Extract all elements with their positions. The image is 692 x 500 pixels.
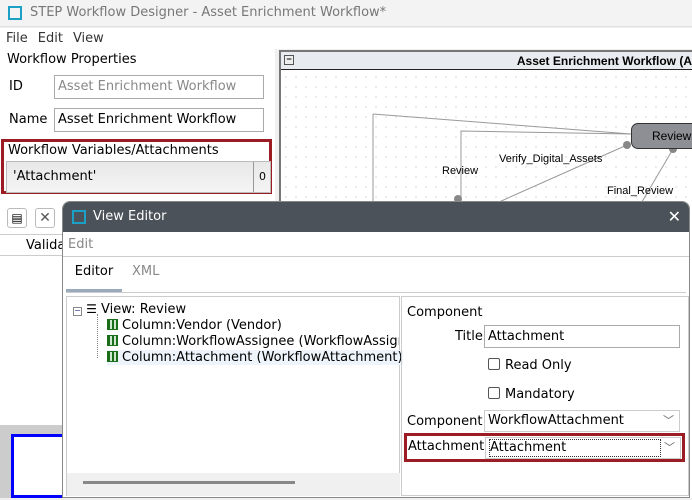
dialog-app-icon bbox=[72, 210, 86, 224]
tree-root[interactable]: − ☰ View: Review bbox=[73, 302, 186, 317]
edge-line bbox=[372, 113, 632, 135]
variables-heading: Workflow Variables/Attachments bbox=[8, 143, 219, 158]
edge-label: Verify_Digital_Assets bbox=[499, 153, 603, 165]
menu-view[interactable]: View bbox=[73, 31, 104, 46]
component-panel: Component Title Attachment Read Only Man… bbox=[401, 296, 689, 496]
menu-bar: File Edit View bbox=[0, 28, 692, 49]
tree-item-selected[interactable]: Column:Attachment (WorkflowAttachment) bbox=[107, 350, 403, 365]
delete-variable-button[interactable]: ✕ bbox=[35, 208, 55, 228]
chevron-down-icon: ﹀ bbox=[664, 441, 675, 454]
tab-editor[interactable]: Editor bbox=[66, 259, 122, 292]
edge-line bbox=[460, 130, 632, 202]
attachment-select[interactable]: Attachment ﹀ bbox=[485, 437, 681, 459]
edge-port bbox=[623, 141, 631, 149]
name-field[interactable]: Asset Enrichment Workflow bbox=[54, 108, 264, 132]
chevron-down-icon: ﹀ bbox=[663, 414, 674, 427]
title-field[interactable]: Attachment bbox=[484, 325, 680, 348]
component-select[interactable]: WorkflowAttachment ﹀ bbox=[484, 410, 680, 432]
column-icon bbox=[107, 335, 118, 346]
edge-label: Final_Review bbox=[607, 185, 674, 197]
tree-item[interactable]: Column:WorkflowAssignee (WorkflowAssigne… bbox=[107, 334, 399, 349]
name-label: Name bbox=[9, 112, 48, 127]
tree-line bbox=[97, 314, 98, 358]
tree-item[interactable]: Column:Vendor (Vendor) bbox=[107, 318, 282, 333]
id-field[interactable]: Asset Enrichment Workflow bbox=[54, 75, 264, 99]
title-label: Title bbox=[455, 329, 483, 344]
read-only-checkbox[interactable]: Read Only bbox=[488, 358, 572, 373]
close-icon[interactable]: ✕ bbox=[668, 202, 681, 232]
component-heading: Component bbox=[407, 305, 483, 320]
mandatory-checkbox[interactable]: Mandatory bbox=[488, 387, 575, 402]
tree-root-label: View: Review bbox=[101, 302, 187, 317]
id-label: ID bbox=[9, 79, 23, 94]
view-editor-dialog: View Editor ✕ Edit Editor XML − ☰ View: … bbox=[62, 201, 690, 498]
new-variable-button[interactable]: ▤ bbox=[7, 208, 27, 228]
menu-edit[interactable]: Edit bbox=[38, 31, 63, 46]
tab-bar: Editor XML bbox=[66, 259, 686, 293]
column-icon bbox=[107, 351, 118, 362]
dialog-title-bar: View Editor ✕ bbox=[63, 202, 689, 232]
attachment-row: Attachment Attachment ﹀ bbox=[404, 433, 685, 462]
tab-xml[interactable]: XML bbox=[132, 259, 159, 285]
workflow-node-review[interactable]: Review bbox=[631, 123, 692, 149]
overview-panel bbox=[0, 425, 71, 498]
variable-row[interactable]: 'Attachment' 0 bbox=[6, 161, 271, 193]
window-title: STEP Workflow Designer - Asset Enrichmen… bbox=[30, 5, 387, 20]
variables-section: Workflow Variables/Attachments 'Attachme… bbox=[1, 139, 272, 194]
menu-file[interactable]: File bbox=[6, 31, 28, 46]
scrollbar-thumb[interactable] bbox=[83, 481, 295, 484]
edge-label: Review bbox=[442, 165, 479, 177]
dialog-menu-edit[interactable]: Edit bbox=[63, 233, 689, 257]
horizontal-scrollbar[interactable] bbox=[67, 473, 400, 496]
properties-heading: Workflow Properties bbox=[7, 52, 137, 67]
window-title-bar: STEP Workflow Designer - Asset Enrichmen… bbox=[0, 0, 692, 27]
variable-name: 'Attachment' bbox=[13, 169, 97, 184]
attachment-label: Attachment bbox=[408, 439, 485, 454]
attachment-icon[interactable]: 0 bbox=[253, 162, 271, 192]
component-label: Component bbox=[407, 414, 483, 429]
column-icon bbox=[107, 319, 118, 330]
dialog-title: View Editor bbox=[93, 209, 167, 224]
app-icon bbox=[8, 6, 22, 20]
view-tree: − ☰ View: Review Column:Vendor (Vendor) … bbox=[66, 296, 403, 496]
